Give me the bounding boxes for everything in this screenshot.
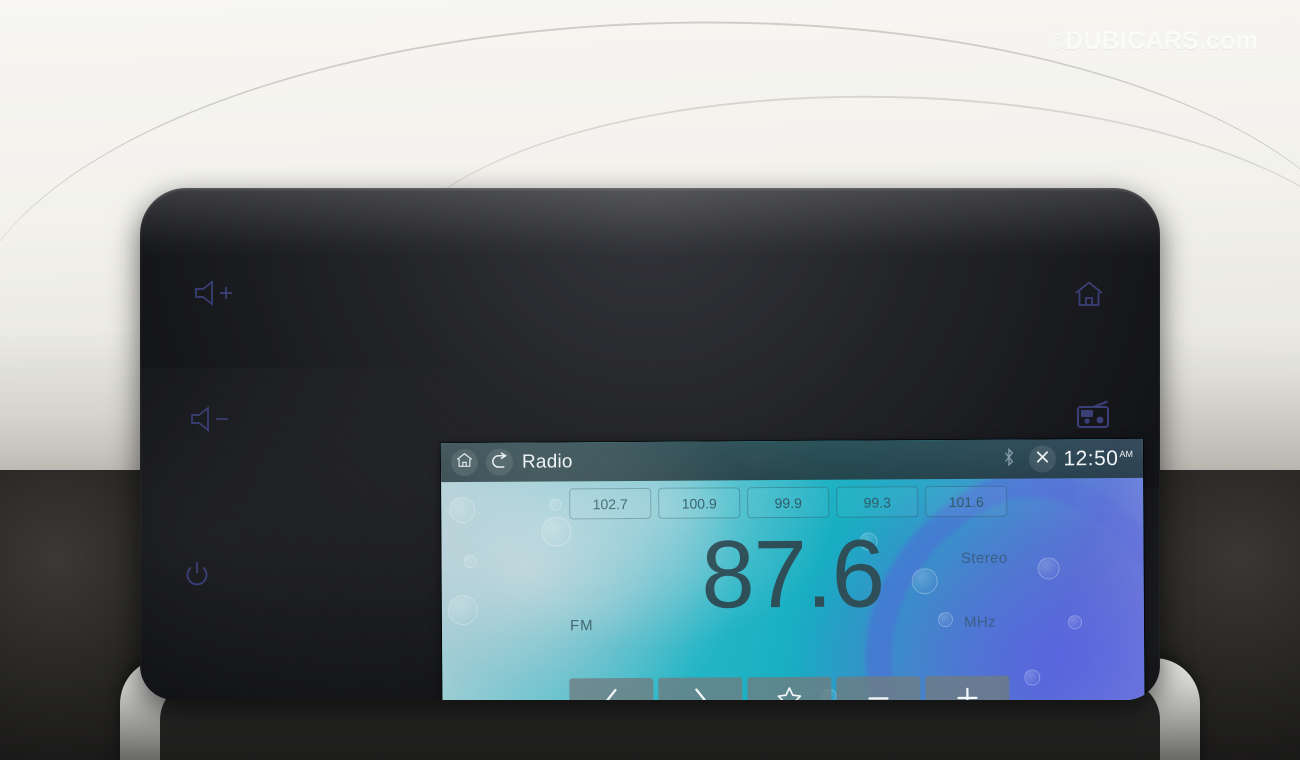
clock: 12:50 AM: [1063, 446, 1133, 470]
close-x-icon: [1035, 449, 1050, 469]
radio-key[interactable]: [1076, 400, 1110, 430]
chevron-left-icon: [600, 686, 622, 700]
star-icon: [776, 686, 802, 700]
watermark: ©DUBICARS.com: [1050, 27, 1258, 56]
bluetooth-icon: [1003, 447, 1015, 471]
volume-up-key[interactable]: [192, 280, 236, 306]
touchscreen-display[interactable]: Radio 12:50 AM 102.7 100.9 99.9 99.3 101…: [440, 438, 1146, 700]
power-key[interactable]: [182, 560, 212, 590]
tune-up-button[interactable]: [925, 675, 1010, 700]
tuner-display: FM 87.6 Stereo MHz: [441, 520, 1144, 679]
page-title: Radio: [521, 450, 573, 473]
stereo-indicator: Stereo: [960, 549, 1008, 567]
preset-button[interactable]: 102.7: [569, 487, 652, 520]
plus-icon: [954, 685, 980, 700]
add-favorite-button[interactable]: [747, 676, 832, 700]
frequency-value: 87.6: [700, 520, 885, 629]
preset-button[interactable]: 101.6: [925, 485, 1008, 518]
next-station-button[interactable]: [658, 677, 743, 700]
minus-icon: [865, 686, 891, 700]
clock-time: 12:50: [1063, 446, 1119, 470]
volume-down-key[interactable]: [188, 406, 232, 432]
home-key[interactable]: [1074, 280, 1104, 308]
watermark-brand: DUBICARS: [1065, 27, 1199, 55]
preset-button[interactable]: 100.9: [658, 487, 741, 519]
preset-button[interactable]: 99.9: [747, 486, 830, 519]
prev-station-button[interactable]: [569, 677, 654, 700]
clock-meridiem: AM: [1119, 448, 1133, 459]
wallpaper-bubble: [549, 498, 562, 511]
home-button[interactable]: [450, 448, 479, 477]
close-button[interactable]: [1029, 445, 1057, 473]
back-arrow-icon: [490, 451, 508, 473]
screen-title-bar: Radio 12:50 AM: [440, 438, 1144, 483]
preset-button[interactable]: 99.3: [836, 486, 919, 518]
chevron-right-icon: [689, 685, 711, 700]
home-icon: [456, 452, 473, 473]
tune-down-button[interactable]: [836, 676, 921, 700]
title-bar-spacer: [573, 459, 1004, 462]
head-unit: Radio 12:50 AM 102.7 100.9 99.9 99.3 101…: [140, 188, 1160, 700]
head-unit-gloss: [140, 188, 1160, 258]
back-button[interactable]: [485, 448, 514, 476]
tuner-controls: [569, 675, 1010, 700]
watermark-copyright: ©: [1049, 31, 1066, 54]
wallpaper-bubble: [449, 496, 476, 524]
frequency-unit: MHz: [963, 613, 997, 631]
watermark-tld: .com: [1198, 27, 1258, 55]
preset-list: 102.7 100.9 99.9 99.3 101.6: [569, 485, 1008, 520]
